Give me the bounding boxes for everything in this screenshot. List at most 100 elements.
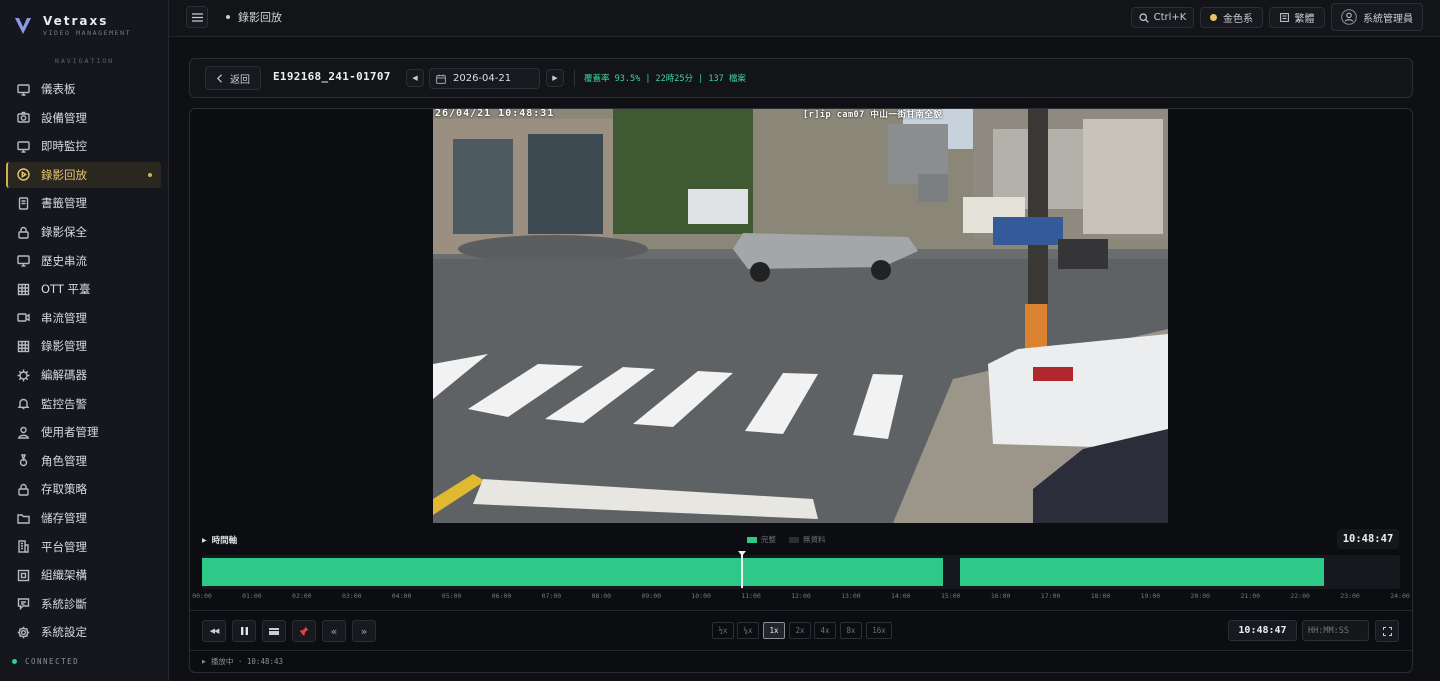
pause-button[interactable]: [232, 620, 256, 642]
prev-segment-button[interactable]: «: [322, 620, 346, 642]
connection-label: CONNECTED: [25, 657, 80, 666]
sidebar-item-label: 儀表板: [41, 82, 76, 96]
next-segment-button[interactable]: »: [352, 620, 376, 642]
prev-day-button[interactable]: ◀: [406, 69, 424, 87]
timeline-tick-label: 12:00: [791, 592, 811, 600]
camera-scene-image: [433, 109, 1168, 523]
nav-heading: NAVIGATION: [54, 57, 115, 65]
sidebar-item-18[interactable]: 系統診斷: [6, 591, 161, 617]
language-button[interactable]: 繁體: [1269, 7, 1325, 28]
pause-icon: [240, 627, 248, 635]
video-icon: [16, 311, 30, 325]
sidebar-item-8[interactable]: 串流管理: [6, 305, 161, 331]
legend-none-label: 無資料: [803, 535, 826, 544]
time-jump-input[interactable]: [1302, 620, 1369, 641]
sidebar-item-11[interactable]: 監控告警: [6, 391, 161, 417]
sidebar-item-label: 設備管理: [41, 110, 87, 125]
timeline-current-time: 10:48:47: [1337, 529, 1399, 549]
speed-option[interactable]: 8x: [840, 622, 862, 639]
timeline-tick-label: 04:00: [391, 592, 412, 600]
language-label: 繁體: [1294, 14, 1315, 25]
timeline-tick-label: 03:00: [341, 592, 362, 600]
timeline-tick-label: 09:00: [641, 592, 662, 600]
playback-status: ▶ 播放中 · 10:48:43: [202, 656, 283, 667]
timeline-tick-label: 11:00: [741, 592, 761, 600]
speed-option[interactable]: ¼x: [737, 622, 759, 639]
speed-option[interactable]: 1x: [763, 622, 785, 639]
legend-none-swatch: [789, 536, 799, 543]
sidebar-item-5[interactable]: 錄影保全: [6, 219, 161, 245]
sidebar-item-3[interactable]: 錄影回放: [6, 161, 161, 188]
sidebar-item-label: 角色管理: [41, 453, 87, 468]
sidebar-item-13[interactable]: 角色管理: [6, 448, 161, 474]
lock-icon: [16, 225, 30, 239]
sidebar-item-19[interactable]: 系統設定: [6, 619, 161, 645]
timeline-label: ▶ 時間軸: [202, 534, 237, 546]
sidebar-item-17[interactable]: 組織架構: [6, 562, 161, 588]
bookmark-pin-button[interactable]: [292, 620, 316, 642]
triangle-left-icon: ◀: [412, 74, 418, 82]
playhead-handle-icon[interactable]: [737, 551, 746, 556]
search-button[interactable]: Ctrl+K: [1131, 7, 1194, 28]
sidebar: Vetraxs VIDEO MANAGEMENT NAVIGATION 儀表板設…: [0, 0, 169, 681]
fullscreen-button[interactable]: [1375, 620, 1399, 642]
sidebar-item-2[interactable]: 即時監控: [6, 133, 161, 159]
user-menu-button[interactable]: 系統管理員: [1331, 3, 1423, 31]
triangle-right-icon: ▶: [552, 74, 558, 82]
next-day-button[interactable]: ▶: [546, 69, 564, 87]
date-value: 2026-04-21: [453, 73, 512, 84]
timeline-tick-label: 16:00: [990, 592, 1011, 600]
language-icon: [1279, 13, 1289, 22]
stop-button[interactable]: [262, 620, 286, 642]
sidebar-item-1[interactable]: 設備管理: [6, 105, 161, 131]
timeline-tick-label: 19:00: [1140, 592, 1161, 600]
timeline-legend: 完整 無資料: [747, 534, 826, 545]
sidebar-item-10[interactable]: 編解碼器: [6, 362, 161, 388]
brand-logo[interactable]: Vetraxs VIDEO MANAGEMENT: [14, 14, 131, 38]
rewind-button[interactable]: ◀◀: [202, 620, 226, 642]
timeline-tick-label: 01:00: [242, 592, 262, 600]
speed-option[interactable]: 2x: [789, 622, 811, 639]
sidebar-item-label: 系統設定: [41, 625, 87, 640]
speed-option[interactable]: 4x: [814, 622, 836, 639]
brand-name: Vetraxs: [43, 14, 109, 28]
timeline-tick-label: 05:00: [441, 592, 462, 600]
sidebar-item-0[interactable]: 儀表板: [6, 76, 161, 102]
back-button[interactable]: 返回: [205, 66, 261, 90]
controls-divider: [190, 610, 1412, 611]
caret-right-icon: ▶: [202, 536, 207, 544]
sidebar-item-label: 歷史串流: [41, 253, 87, 268]
speed-option[interactable]: 16x: [866, 622, 892, 639]
legend-complete-swatch: [747, 536, 757, 543]
sidebar-item-6[interactable]: 歷史串流: [6, 248, 161, 274]
video-frame[interactable]: 26/04/21 10:48:31 [r]ip cam07 中山一街甘南全貌: [433, 109, 1168, 523]
timeline-playhead[interactable]: [737, 551, 746, 588]
sidebar-item-16[interactable]: 平台管理: [6, 534, 161, 560]
speed-option[interactable]: ½x: [712, 622, 734, 639]
sidebar-item-7[interactable]: OTT 平臺: [6, 276, 161, 302]
search-shortcut: Ctrl+K: [1153, 12, 1187, 23]
timeline-segment[interactable]: [741, 558, 944, 586]
timeline-tick-label: 15:00: [940, 592, 961, 600]
sidebar-item-label: 監控告警: [41, 396, 87, 411]
menu-toggle-button[interactable]: [186, 6, 208, 28]
monitor-icon: [16, 82, 30, 96]
grid-icon: [16, 339, 30, 353]
chip-icon: [16, 368, 30, 382]
back-label: 返回: [230, 74, 250, 86]
timeline-segment[interactable]: [959, 558, 1325, 586]
sidebar-item-12[interactable]: 使用者管理: [6, 419, 161, 445]
sidebar-item-15[interactable]: 儲存管理: [6, 505, 161, 531]
sidebar-item-14[interactable]: 存取策略: [6, 476, 161, 502]
sidebar-item-9[interactable]: 錄影管理: [6, 333, 161, 359]
date-picker[interactable]: 2026-04-21: [429, 68, 540, 89]
timeline-tick-label: 21:00: [1240, 592, 1261, 600]
calendar-icon: [436, 74, 446, 84]
theme-button[interactable]: 金色系: [1200, 7, 1263, 28]
coverage-summary: 覆蓋率 93.5% | 22時25分 | 137 檔案: [584, 74, 746, 84]
search-icon: [1139, 12, 1149, 23]
timeline-tick-label: 08:00: [591, 592, 612, 600]
timeline-segment[interactable]: [202, 558, 741, 586]
sidebar-item-4[interactable]: 書籤管理: [6, 190, 161, 216]
brand-subtitle: VIDEO MANAGEMENT: [43, 29, 132, 37]
